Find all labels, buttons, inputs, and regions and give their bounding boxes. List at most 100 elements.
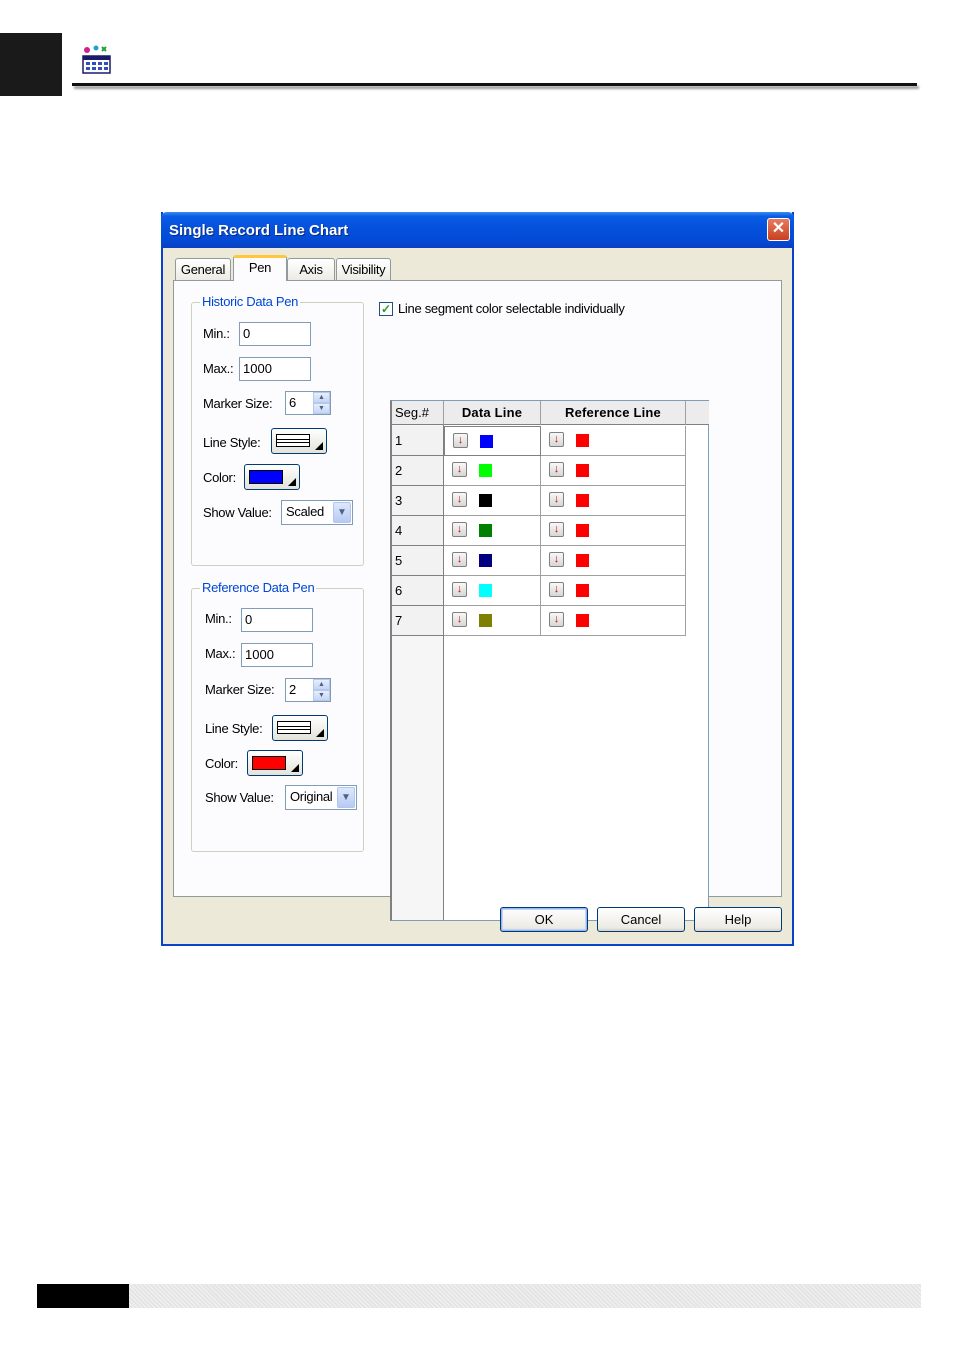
- dropdown-corner-icon: [291, 764, 299, 772]
- grid-seg-cell: 6: [392, 576, 444, 606]
- reference-min-label: Min.:: [205, 611, 232, 626]
- segment-color-checkbox-label[interactable]: Line segment color selectable individual…: [398, 301, 625, 316]
- data-line-color-cell[interactable]: ↓: [444, 546, 541, 576]
- color-dropdown-icon[interactable]: ↓: [453, 433, 468, 448]
- reference-line-style-label: Line Style:: [205, 721, 263, 736]
- reference-show-value-select[interactable]: Original ▼: [285, 785, 357, 810]
- reference-pen-title: Reference Data Pen: [200, 580, 317, 595]
- reference-max-label: Max.:: [205, 646, 236, 661]
- cancel-button[interactable]: Cancel: [597, 907, 685, 932]
- reference-line-color-swatch: [576, 554, 589, 567]
- color-dropdown-icon[interactable]: ↓: [549, 582, 564, 597]
- historic-marker-spinner[interactable]: 6 ▲ ▼: [285, 391, 331, 415]
- dialog-title: Single Record Line Chart: [169, 222, 349, 239]
- color-dropdown-icon[interactable]: ↓: [452, 492, 467, 507]
- reference-color-picker[interactable]: [247, 750, 303, 776]
- data-line-color-swatch: [479, 464, 492, 477]
- reference-line-color-cell[interactable]: ↓: [541, 606, 686, 636]
- reference-line-color-cell[interactable]: ↓: [541, 576, 686, 606]
- reference-min-input[interactable]: 0: [241, 608, 313, 632]
- reference-marker-label: Marker Size:: [205, 682, 275, 697]
- data-line-color-swatch: [479, 614, 492, 627]
- tab-pen[interactable]: Pen: [233, 255, 287, 281]
- historic-color-label: Color:: [203, 470, 236, 485]
- reference-line-color-cell[interactable]: ↓: [541, 426, 686, 456]
- color-dropdown-icon[interactable]: ↓: [549, 612, 564, 627]
- ok-button[interactable]: OK: [500, 907, 588, 932]
- tab-axis[interactable]: Axis: [287, 258, 335, 280]
- reference-line-color-cell[interactable]: ↓: [541, 516, 686, 546]
- spin-up-icon[interactable]: ▲: [313, 392, 330, 403]
- reference-line-color-cell[interactable]: ↓: [541, 546, 686, 576]
- footer-grey-bar: [129, 1284, 921, 1308]
- header-rule: [72, 83, 917, 86]
- checkmark-icon: ✓: [380, 302, 392, 316]
- spin-down-icon[interactable]: ▼: [313, 403, 330, 414]
- data-line-color-swatch: [479, 554, 492, 567]
- help-button[interactable]: Help: [694, 907, 782, 932]
- color-dropdown-icon[interactable]: ↓: [549, 522, 564, 537]
- page-corner-block: [0, 33, 62, 96]
- historic-marker-value: 6: [289, 395, 297, 410]
- data-line-color-cell[interactable]: ↓: [444, 426, 541, 456]
- color-dropdown-icon[interactable]: ↓: [452, 582, 467, 597]
- reference-line-color-swatch: [576, 584, 589, 597]
- data-line-color-cell[interactable]: ↓: [444, 606, 541, 636]
- color-dropdown-icon[interactable]: ↓: [452, 462, 467, 477]
- historic-pen-title: Historic Data Pen: [200, 294, 301, 309]
- reference-line-color-swatch: [576, 614, 589, 627]
- historic-min-label: Min.:: [203, 326, 230, 341]
- reference-line-style-picker[interactable]: [272, 715, 328, 741]
- reference-color-swatch: [252, 756, 286, 770]
- data-line-color-cell[interactable]: ↓: [444, 486, 541, 516]
- historic-color-picker[interactable]: [244, 464, 300, 490]
- dialog-window: Single Record Line Chart ✕ General Pen A…: [161, 212, 794, 946]
- color-dropdown-icon[interactable]: ↓: [452, 612, 467, 627]
- close-button[interactable]: ✕: [767, 218, 790, 241]
- spin-up-icon[interactable]: ▲: [313, 679, 330, 690]
- color-dropdown-icon[interactable]: ↓: [549, 432, 564, 447]
- reference-line-color-cell[interactable]: ↓: [541, 456, 686, 486]
- grid-seg-cell: 4: [392, 516, 444, 546]
- grid-seg-cell: 7: [392, 606, 444, 636]
- tab-visibility[interactable]: Visibility: [336, 258, 391, 280]
- reference-line-color-swatch: [576, 494, 589, 507]
- grid-header-data-line: Data Line: [444, 401, 541, 425]
- reference-line-color-cell[interactable]: ↓: [541, 486, 686, 516]
- line-style-sample-icon: [277, 721, 311, 734]
- line-chart-app-icon: [82, 45, 111, 74]
- historic-min-input[interactable]: 0: [239, 322, 311, 346]
- close-icon: ✕: [771, 220, 786, 237]
- reference-show-value: Original: [290, 789, 333, 804]
- color-dropdown-icon[interactable]: ↓: [549, 552, 564, 567]
- chevron-down-icon[interactable]: ▼: [333, 502, 351, 523]
- pen-tab-panel: Historic Data Pen Min.: 0 Max.: 1000 Mar…: [173, 280, 782, 921]
- data-line-color-cell[interactable]: ↓: [444, 516, 541, 546]
- data-line-color-cell[interactable]: ↓: [444, 456, 541, 486]
- reference-max-input[interactable]: 1000: [241, 643, 313, 667]
- reference-show-value-label: Show Value:: [205, 790, 274, 805]
- color-dropdown-icon[interactable]: ↓: [549, 492, 564, 507]
- dropdown-corner-icon: [316, 729, 324, 737]
- historic-max-input[interactable]: 1000: [239, 357, 311, 381]
- historic-show-value: Scaled: [286, 504, 324, 519]
- dialog-titlebar[interactable]: Single Record Line Chart ✕: [161, 212, 794, 248]
- grid-header-filler: [686, 401, 709, 425]
- chevron-down-icon[interactable]: ▼: [337, 787, 355, 808]
- historic-show-value-select[interactable]: Scaled ▼: [281, 500, 353, 525]
- segment-color-checkbox[interactable]: ✓: [379, 302, 393, 316]
- historic-line-style-picker[interactable]: [271, 428, 327, 454]
- reference-pen-group: Reference Data Pen Min.: 0 Max.: 1000 Ma…: [191, 580, 364, 852]
- reference-marker-spinner[interactable]: 2 ▲ ▼: [285, 678, 331, 702]
- tab-general[interactable]: General: [175, 258, 231, 280]
- grid-seg-cell: 5: [392, 546, 444, 576]
- historic-line-style-label: Line Style:: [203, 435, 261, 450]
- data-line-color-cell[interactable]: ↓: [444, 576, 541, 606]
- color-dropdown-icon[interactable]: ↓: [549, 462, 564, 477]
- color-dropdown-icon[interactable]: ↓: [452, 522, 467, 537]
- grid-seg-cell: 2: [392, 456, 444, 486]
- grid-header-seg: Seg.#: [392, 401, 444, 425]
- spin-down-icon[interactable]: ▼: [313, 690, 330, 701]
- data-line-color-swatch: [479, 584, 492, 597]
- color-dropdown-icon[interactable]: ↓: [452, 552, 467, 567]
